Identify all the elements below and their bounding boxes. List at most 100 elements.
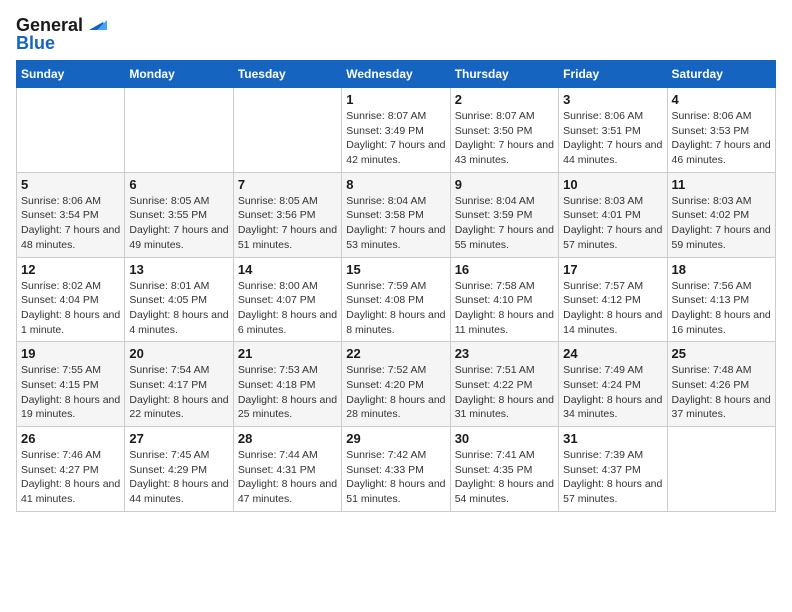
cell-date-number: 6	[129, 177, 228, 192]
weekday-header-saturday: Saturday	[667, 61, 775, 88]
cell-date-number: 25	[672, 346, 771, 361]
cell-date-number: 12	[21, 262, 120, 277]
calendar-cell: 22 Sunrise: 7:52 AM Sunset: 4:20 PM Dayli…	[342, 342, 450, 427]
cell-info-text: Sunrise: 8:04 AM Sunset: 3:59 PM Dayligh…	[455, 194, 554, 253]
calendar-week-row: 12 Sunrise: 8:02 AM Sunset: 4:04 PM Dayli…	[17, 257, 776, 342]
calendar-cell: 1 Sunrise: 8:07 AM Sunset: 3:49 PM Daylig…	[342, 88, 450, 173]
calendar-cell: 4Sunrise: 8:06 AM Sunset: 3:53 PM Daylig…	[667, 88, 775, 173]
cell-info-text: Sunrise: 8:01 AM Sunset: 4:05 PM Dayligh…	[129, 279, 228, 338]
calendar-cell: 2 Sunrise: 8:07 AM Sunset: 3:50 PM Daylig…	[450, 88, 558, 173]
calendar-cell: 31 Sunrise: 7:39 AM Sunset: 4:37 PM Dayli…	[559, 427, 667, 512]
calendar-cell	[125, 88, 233, 173]
cell-date-number: 5	[21, 177, 120, 192]
calendar-table: SundayMondayTuesdayWednesdayThursdayFrid…	[16, 60, 776, 512]
cell-info-text: Sunrise: 7:53 AM Sunset: 4:18 PM Dayligh…	[238, 363, 337, 422]
calendar-cell: 25 Sunrise: 7:48 AM Sunset: 4:26 PM Dayli…	[667, 342, 775, 427]
cell-date-number: 7	[238, 177, 337, 192]
weekday-header-tuesday: Tuesday	[233, 61, 341, 88]
cell-info-text: Sunrise: 7:54 AM Sunset: 4:17 PM Dayligh…	[129, 363, 228, 422]
cell-info-text: Sunrise: 8:06 AM Sunset: 3:51 PM Dayligh…	[563, 109, 662, 168]
cell-info-text: Sunrise: 8:05 AM Sunset: 3:56 PM Dayligh…	[238, 194, 337, 253]
cell-date-number: 22	[346, 346, 445, 361]
calendar-week-row: 5 Sunrise: 8:06 AM Sunset: 3:54 PM Daylig…	[17, 172, 776, 257]
cell-date-number: 30	[455, 431, 554, 446]
cell-date-number: 8	[346, 177, 445, 192]
cell-info-text: Sunrise: 7:44 AM Sunset: 4:31 PM Dayligh…	[238, 448, 337, 507]
cell-info-text: Sunrise: 7:42 AM Sunset: 4:33 PM Dayligh…	[346, 448, 445, 507]
calendar-cell: 6 Sunrise: 8:05 AM Sunset: 3:55 PM Daylig…	[125, 172, 233, 257]
calendar-cell: 18 Sunrise: 7:56 AM Sunset: 4:13 PM Dayli…	[667, 257, 775, 342]
cell-info-text: Sunrise: 8:07 AM Sunset: 3:49 PM Dayligh…	[346, 109, 445, 168]
logo-icon	[85, 12, 107, 34]
cell-date-number: 17	[563, 262, 662, 277]
cell-info-text: Sunrise: 7:48 AM Sunset: 4:26 PM Dayligh…	[672, 363, 771, 422]
calendar-cell: 16 Sunrise: 7:58 AM Sunset: 4:10 PM Dayli…	[450, 257, 558, 342]
cell-info-text: Sunrise: 7:51 AM Sunset: 4:22 PM Dayligh…	[455, 363, 554, 422]
cell-date-number: 18	[672, 262, 771, 277]
cell-date-number: 29	[346, 431, 445, 446]
cell-date-number: 24	[563, 346, 662, 361]
calendar-cell: 10Sunrise: 8:03 AM Sunset: 4:01 PM Dayli…	[559, 172, 667, 257]
calendar-cell: 8 Sunrise: 8:04 AM Sunset: 3:58 PM Daylig…	[342, 172, 450, 257]
cell-info-text: Sunrise: 8:07 AM Sunset: 3:50 PM Dayligh…	[455, 109, 554, 168]
calendar-cell: 30 Sunrise: 7:41 AM Sunset: 4:35 PM Dayli…	[450, 427, 558, 512]
cell-info-text: Sunrise: 8:04 AM Sunset: 3:58 PM Dayligh…	[346, 194, 445, 253]
cell-date-number: 1	[346, 92, 445, 107]
calendar-cell: 14 Sunrise: 8:00 AM Sunset: 4:07 PM Dayli…	[233, 257, 341, 342]
calendar-cell: 28 Sunrise: 7:44 AM Sunset: 4:31 PM Dayli…	[233, 427, 341, 512]
cell-info-text: Sunrise: 8:05 AM Sunset: 3:55 PM Dayligh…	[129, 194, 228, 253]
cell-date-number: 15	[346, 262, 445, 277]
cell-date-number: 11	[672, 177, 771, 192]
cell-date-number: 14	[238, 262, 337, 277]
calendar-cell: 7 Sunrise: 8:05 AM Sunset: 3:56 PM Daylig…	[233, 172, 341, 257]
cell-info-text: Sunrise: 8:02 AM Sunset: 4:04 PM Dayligh…	[21, 279, 120, 338]
calendar-cell	[233, 88, 341, 173]
cell-date-number: 19	[21, 346, 120, 361]
cell-info-text: Sunrise: 7:57 AM Sunset: 4:12 PM Dayligh…	[563, 279, 662, 338]
cell-info-text: Sunrise: 7:46 AM Sunset: 4:27 PM Dayligh…	[21, 448, 120, 507]
cell-date-number: 2	[455, 92, 554, 107]
logo: General Blue	[16, 16, 107, 52]
calendar-cell: 27 Sunrise: 7:45 AM Sunset: 4:29 PM Dayli…	[125, 427, 233, 512]
cell-info-text: Sunrise: 7:58 AM Sunset: 4:10 PM Dayligh…	[455, 279, 554, 338]
cell-info-text: Sunrise: 7:41 AM Sunset: 4:35 PM Dayligh…	[455, 448, 554, 507]
weekday-header-row: SundayMondayTuesdayWednesdayThursdayFrid…	[17, 61, 776, 88]
cell-date-number: 31	[563, 431, 662, 446]
cell-info-text: Sunrise: 7:56 AM Sunset: 4:13 PM Dayligh…	[672, 279, 771, 338]
calendar-cell: 13Sunrise: 8:01 AM Sunset: 4:05 PM Dayli…	[125, 257, 233, 342]
calendar-cell: 11 Sunrise: 8:03 AM Sunset: 4:02 PM Dayli…	[667, 172, 775, 257]
cell-date-number: 26	[21, 431, 120, 446]
cell-info-text: Sunrise: 7:45 AM Sunset: 4:29 PM Dayligh…	[129, 448, 228, 507]
cell-info-text: Sunrise: 7:39 AM Sunset: 4:37 PM Dayligh…	[563, 448, 662, 507]
calendar-cell: 15Sunrise: 7:59 AM Sunset: 4:08 PM Dayli…	[342, 257, 450, 342]
logo-general-text: General	[16, 16, 83, 34]
calendar-cell: 20 Sunrise: 7:54 AM Sunset: 4:17 PM Dayli…	[125, 342, 233, 427]
cell-info-text: Sunrise: 8:00 AM Sunset: 4:07 PM Dayligh…	[238, 279, 337, 338]
calendar-cell: 29 Sunrise: 7:42 AM Sunset: 4:33 PM Dayli…	[342, 427, 450, 512]
cell-info-text: Sunrise: 8:06 AM Sunset: 3:53 PM Dayligh…	[672, 109, 771, 168]
cell-date-number: 27	[129, 431, 228, 446]
cell-info-text: Sunrise: 7:52 AM Sunset: 4:20 PM Dayligh…	[346, 363, 445, 422]
calendar-cell: 19 Sunrise: 7:55 AM Sunset: 4:15 PM Dayli…	[17, 342, 125, 427]
cell-date-number: 20	[129, 346, 228, 361]
cell-date-number: 28	[238, 431, 337, 446]
cell-info-text: Sunrise: 8:06 AM Sunset: 3:54 PM Dayligh…	[21, 194, 120, 253]
cell-info-text: Sunrise: 7:49 AM Sunset: 4:24 PM Dayligh…	[563, 363, 662, 422]
calendar-cell	[667, 427, 775, 512]
cell-date-number: 9	[455, 177, 554, 192]
cell-date-number: 16	[455, 262, 554, 277]
calendar-cell: 26 Sunrise: 7:46 AM Sunset: 4:27 PM Dayli…	[17, 427, 125, 512]
weekday-header-sunday: Sunday	[17, 61, 125, 88]
calendar-cell: 3 Sunrise: 8:06 AM Sunset: 3:51 PM Daylig…	[559, 88, 667, 173]
weekday-header-friday: Friday	[559, 61, 667, 88]
cell-date-number: 3	[563, 92, 662, 107]
calendar-cell: 23Sunrise: 7:51 AM Sunset: 4:22 PM Dayli…	[450, 342, 558, 427]
calendar-week-row: 19 Sunrise: 7:55 AM Sunset: 4:15 PM Dayli…	[17, 342, 776, 427]
page-header: General Blue	[16, 16, 776, 52]
cell-date-number: 21	[238, 346, 337, 361]
weekday-header-thursday: Thursday	[450, 61, 558, 88]
calendar-cell: 5 Sunrise: 8:06 AM Sunset: 3:54 PM Daylig…	[17, 172, 125, 257]
cell-info-text: Sunrise: 8:03 AM Sunset: 4:02 PM Dayligh…	[672, 194, 771, 253]
calendar-cell	[17, 88, 125, 173]
cell-info-text: Sunrise: 7:55 AM Sunset: 4:15 PM Dayligh…	[21, 363, 120, 422]
